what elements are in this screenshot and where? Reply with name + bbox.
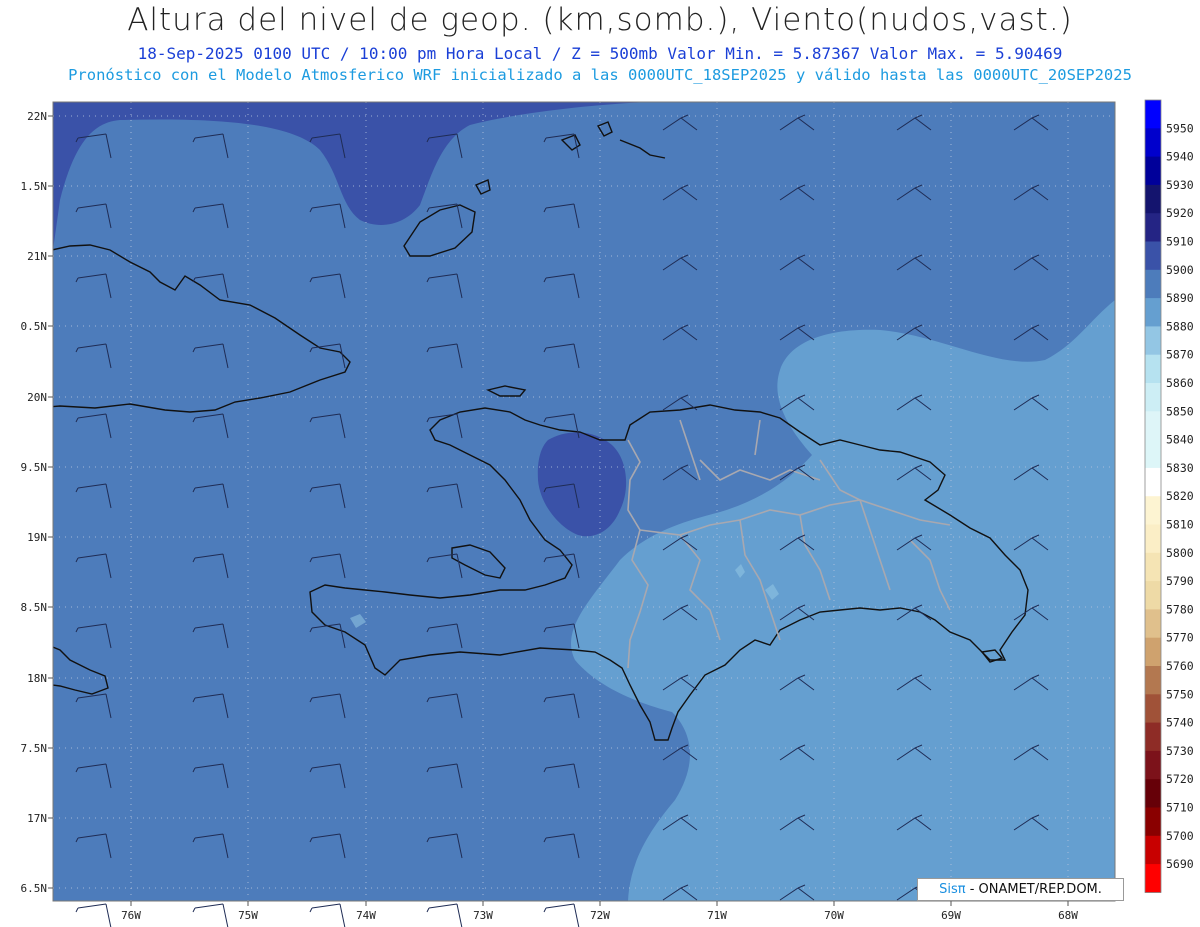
colorbar-swatch bbox=[1145, 835, 1161, 865]
colorbar-level-label: 5740 bbox=[1166, 716, 1194, 730]
lon-axis: 76W 75W 74W 73W 72W 71W 70W 69W 68W bbox=[121, 901, 1078, 922]
colorbar-swatch bbox=[1145, 269, 1161, 299]
colorbar-swatch bbox=[1145, 100, 1161, 129]
colorbar-swatch bbox=[1145, 750, 1161, 780]
colorbar-swatch bbox=[1145, 439, 1161, 469]
colorbar-level-label: 5770 bbox=[1166, 631, 1194, 645]
colorbar-swatch bbox=[1145, 552, 1161, 582]
lat-label: 19N bbox=[27, 531, 47, 544]
colorbar-level-label: 5780 bbox=[1166, 602, 1194, 616]
wind-barb bbox=[75, 903, 112, 927]
colorbar-swatch bbox=[1145, 213, 1161, 242]
lat-label: 1.5N bbox=[21, 180, 48, 193]
colorbar-swatch bbox=[1145, 637, 1161, 667]
lat-label: 20N bbox=[27, 391, 47, 404]
lat-label: 9.5N bbox=[21, 461, 48, 474]
colorbar-swatch bbox=[1145, 581, 1161, 610]
lon-label: 74W bbox=[356, 909, 376, 922]
colorbar-swatch bbox=[1145, 241, 1161, 271]
colorbar-swatch bbox=[1145, 411, 1161, 441]
colorbar-swatch bbox=[1145, 383, 1161, 412]
lat-axis: 22N 1.5N 21N 0.5N 20N 9.5N 19N 8.5N 18N … bbox=[21, 110, 53, 895]
credit-box: Sisπ - ONAMET/REP.DOM. bbox=[917, 878, 1124, 901]
colorbar-swatch bbox=[1145, 326, 1161, 356]
colorbar-swatch bbox=[1145, 722, 1161, 752]
colorbar-swatch bbox=[1145, 666, 1161, 695]
colorbar-level-label: 5750 bbox=[1166, 687, 1194, 701]
wind-barb bbox=[192, 903, 229, 927]
colorbar-level-label: 5760 bbox=[1166, 659, 1194, 673]
lon-label: 73W bbox=[473, 909, 493, 922]
colorbar-level-label: 5880 bbox=[1166, 319, 1194, 333]
colorbar-level-label: 5800 bbox=[1166, 546, 1194, 560]
colorbar-swatch bbox=[1145, 496, 1161, 525]
lon-label: 69W bbox=[941, 909, 961, 922]
lon-label: 70W bbox=[824, 909, 844, 922]
colorbar-level-label: 5840 bbox=[1166, 433, 1194, 447]
colorbar-level-label: 5900 bbox=[1166, 263, 1194, 277]
colorbar-level-label: 5930 bbox=[1166, 178, 1194, 192]
colorbar-swatch bbox=[1145, 609, 1161, 639]
lat-label: 7.5N bbox=[21, 742, 48, 755]
colorbar-level-label: 5810 bbox=[1166, 518, 1194, 532]
colorbar-level-label: 5830 bbox=[1166, 461, 1194, 475]
colorbar-level-label: 5690 bbox=[1166, 857, 1194, 871]
lon-label: 68W bbox=[1058, 909, 1078, 922]
credit-text: - ONAMET/REP.DOM. bbox=[969, 882, 1102, 897]
colorbar-level-label: 5820 bbox=[1166, 489, 1194, 503]
lat-label: 17N bbox=[27, 812, 47, 825]
map-plot-area bbox=[53, 102, 1115, 901]
colorbar-level-label: 5940 bbox=[1166, 150, 1194, 164]
colorbar: 5950 5940 5930 5920 5910 5900 5890 5880 5870 5860… bbox=[1144, 99, 1194, 893]
lon-label: 76W bbox=[121, 909, 141, 922]
lat-label: 18N bbox=[27, 672, 47, 685]
colorbar-swatch bbox=[1145, 128, 1161, 158]
lat-label: 22N bbox=[27, 110, 47, 123]
colorbar-swatch bbox=[1145, 354, 1161, 384]
colorbar-level-label: 5870 bbox=[1166, 348, 1194, 362]
colorbar-level-label: 5720 bbox=[1166, 772, 1194, 786]
colorbar-level-label: 5790 bbox=[1166, 574, 1194, 588]
colorbar-swatch bbox=[1145, 156, 1161, 186]
colorbar-level-label: 5860 bbox=[1166, 376, 1194, 390]
lat-label: 0.5N bbox=[21, 320, 48, 333]
colorbar-swatch bbox=[1145, 298, 1161, 327]
colorbar-level-label: 5710 bbox=[1166, 801, 1194, 815]
wind-barb bbox=[426, 903, 463, 927]
lat-label: 21N bbox=[27, 250, 47, 263]
colorbar-swatch bbox=[1145, 807, 1161, 837]
colorbar-swatch bbox=[1145, 467, 1161, 497]
colorbar-level-label: 5910 bbox=[1166, 235, 1194, 249]
wind-barb bbox=[309, 903, 346, 927]
lon-label: 75W bbox=[238, 909, 258, 922]
colorbar-level-label: 5730 bbox=[1166, 744, 1194, 758]
credit-brand: Sisπ bbox=[939, 882, 966, 897]
lon-label: 72W bbox=[590, 909, 610, 922]
colorbar-level-label: 5700 bbox=[1166, 829, 1194, 843]
lat-label: 6.5N bbox=[21, 882, 48, 895]
colorbar-swatch bbox=[1145, 864, 1161, 893]
colorbar-swatch bbox=[1145, 524, 1161, 554]
colorbar-level-label: 5950 bbox=[1166, 121, 1194, 135]
colorbar-swatch bbox=[1145, 694, 1161, 724]
wind-barb bbox=[543, 903, 580, 927]
colorbar-level-label: 5850 bbox=[1166, 404, 1194, 418]
lat-label: 8.5N bbox=[21, 601, 48, 614]
lon-label: 71W bbox=[707, 909, 727, 922]
colorbar-swatch bbox=[1145, 184, 1161, 214]
colorbar-level-label: 5920 bbox=[1166, 206, 1194, 220]
colorbar-swatch bbox=[1145, 779, 1161, 808]
colorbar-level-label: 5890 bbox=[1166, 291, 1194, 305]
geopotential-map: 22N 1.5N 21N 0.5N 20N 9.5N 19N 8.5N 18N … bbox=[21, 99, 1194, 927]
